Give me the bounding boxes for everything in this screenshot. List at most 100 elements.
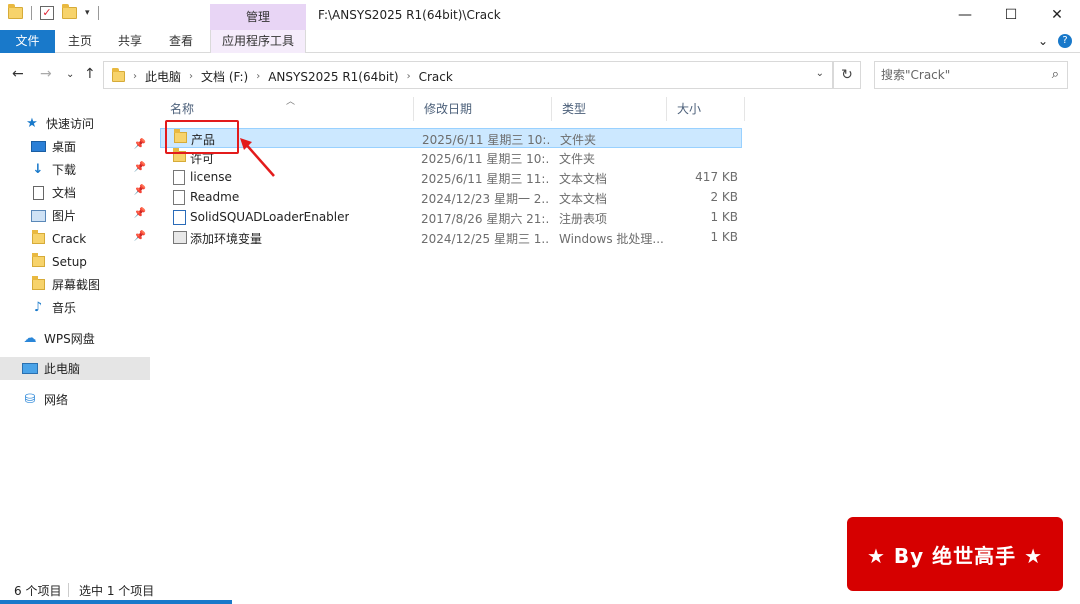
file-type: 文件夹 [559,152,596,166]
sidebar-item-quick-access[interactable]: ★ 快速访问 [24,112,174,135]
picture-icon [30,209,46,222]
breadcrumb-crack[interactable]: Crack [419,70,453,84]
sidebar-item-documents[interactable]: 文档 📌 [30,181,150,204]
file-date: 2017/8/26 星期六 21:... [421,212,549,226]
sidebar-item-setup[interactable]: Setup [30,250,150,273]
folder-icon [112,68,125,82]
quick-access-toolbar: ✓ ▾ [8,4,99,20]
sidebar-item-pictures[interactable]: 图片 📌 [30,204,150,227]
pin-icon[interactable]: 📌 [134,231,146,242]
search-box[interactable]: ⌕ [874,61,1068,89]
table-row[interactable]: 添加环境变量 2024/12/25 星期三 1... Windows 批处理..… [160,228,742,248]
file-size: 2 KB [710,190,738,204]
search-icon[interactable]: ⌕ [1052,67,1059,82]
column-header-name[interactable]: 名称 [160,97,414,121]
desktop-icon [30,141,46,152]
text-file-icon [173,190,185,205]
tab-home[interactable]: 主页 [60,30,100,53]
file-size: 1 KB [710,210,738,224]
pin-icon[interactable]: 📌 [134,208,146,219]
column-header-size[interactable]: 大小 [667,97,745,121]
breadcrumb: › 此电脑 › 文档 (F:) › ANSYS2025 R1(64bit) › … [112,68,453,85]
sidebar-item-label: 图片 [52,209,77,223]
pin-icon[interactable]: 📌 [134,139,146,150]
sidebar-item-network[interactable]: ⛁ 网络 [22,388,150,411]
address-dropdown-button[interactable]: ⌄ [816,68,824,79]
sidebar-item-label: 下载 [52,163,77,177]
up-button[interactable]: ↑ [84,66,96,82]
file-name: SolidSQUADLoaderEnabler [190,210,350,224]
sidebar-item-crack[interactable]: Crack 📌 [30,227,150,250]
ribbon-tabs: 文件 主页 共享 查看 应用程序工具 ⌄ ? [0,30,1080,53]
column-header-date[interactable]: 修改日期 [414,97,552,121]
item-count: 6 个项目 [14,584,62,598]
batch-file-icon [173,231,187,244]
document-icon [32,185,44,200]
new-folder-icon[interactable] [62,4,77,19]
tab-file[interactable]: 文件 [0,30,55,53]
chevron-down-icon[interactable]: ⌄ [1038,34,1048,48]
text-file-icon [173,170,185,185]
sidebar-item-music[interactable]: ♪ 音乐 [30,296,150,319]
maximize-button[interactable]: ☐ [988,0,1034,30]
computer-icon [22,363,38,374]
sidebar-item-this-pc[interactable]: 此电脑 [0,357,150,380]
navigation-pane: ★ 快速访问 桌面 📌 ↓ 下载 📌 文档 📌 图片 📌 Crack 📌 Set… [0,97,152,577]
sidebar-item-wps-drive[interactable]: ☁ WPS网盘 [22,327,150,350]
sidebar-item-downloads[interactable]: ↓ 下载 📌 [30,158,150,181]
folder-icon [8,4,23,19]
sidebar-item-label: WPS网盘 [44,332,95,346]
customize-toolbar-icon[interactable]: ▾ [85,8,90,18]
file-date: 2024/12/25 星期三 1... [421,232,549,246]
download-icon: ↓ [32,162,44,177]
chevron-right-icon[interactable]: › [256,71,260,82]
network-icon: ⛁ [24,392,36,407]
tab-share[interactable]: 共享 [110,30,150,53]
table-row[interactable]: SolidSQUADLoaderEnabler 2017/8/26 星期六 21… [160,208,742,228]
annotation-arrow-icon [240,138,275,177]
file-name: 添加环境变量 [190,232,263,246]
properties-icon[interactable]: ✓ [40,6,54,20]
sidebar-item-label: Setup [52,254,87,269]
column-header-type[interactable]: 类型 [552,97,667,121]
breadcrumb-drive[interactable]: 文档 (F:) [201,68,248,85]
sidebar-item-label: 快速访问 [46,117,95,131]
tab-manage[interactable]: 管理 [210,4,306,30]
status-divider [68,583,69,597]
back-button[interactable]: ← [12,66,24,82]
tab-view[interactable]: 查看 [161,30,201,53]
sidebar-item-label: 文档 [52,186,77,200]
file-type: 文件夹 [560,133,597,147]
address-bar[interactable]: › 此电脑 › 文档 (F:) › ANSYS2025 R1(64bit) › … [103,61,833,89]
pin-icon[interactable]: 📌 [134,185,146,196]
table-row[interactable]: Readme 2024/12/23 星期一 2... 文本文档 2 KB [160,188,742,208]
sidebar-item-screenshots[interactable]: 屏幕截图 [30,273,150,296]
tab-app-tools[interactable]: 应用程序工具 [210,30,306,53]
search-input[interactable] [881,67,1041,83]
chevron-right-icon[interactable]: › [133,71,137,82]
file-name: license [190,170,232,184]
folder-icon [31,276,45,290]
window-title: F:\ANSYS2025 R1(64bit)\Crack [318,8,501,22]
chevron-right-icon[interactable]: › [189,71,193,82]
navigation-bar: ← → ⌄ ↑ › 此电脑 › 文档 (F:) › ANSYS2025 R1(6… [0,53,1080,97]
minimize-button[interactable]: — [942,0,988,30]
chevron-right-icon[interactable]: › [407,71,411,82]
breadcrumb-ansys[interactable]: ANSYS2025 R1(64bit) [268,70,398,84]
registry-file-icon [173,210,186,225]
pin-icon[interactable]: 📌 [134,162,146,173]
file-size: 417 KB [695,170,738,184]
close-button[interactable]: ✕ [1034,0,1080,30]
sidebar-item-label: 桌面 [52,140,77,154]
recent-locations-button[interactable]: ⌄ [66,69,74,80]
file-date: 2025/6/11 星期三 10:... [421,152,549,166]
sidebar-item-label: 网络 [44,393,69,407]
status-accent-strip [0,600,232,604]
breadcrumb-this-pc[interactable]: 此电脑 [145,68,181,85]
sidebar-item-desktop[interactable]: 桌面 📌 [30,135,150,158]
folder-icon [31,253,45,267]
refresh-button[interactable]: ↻ [833,61,861,89]
toolbar-divider [31,6,32,20]
help-icon[interactable]: ? [1058,34,1072,48]
forward-button[interactable]: → [40,66,52,82]
